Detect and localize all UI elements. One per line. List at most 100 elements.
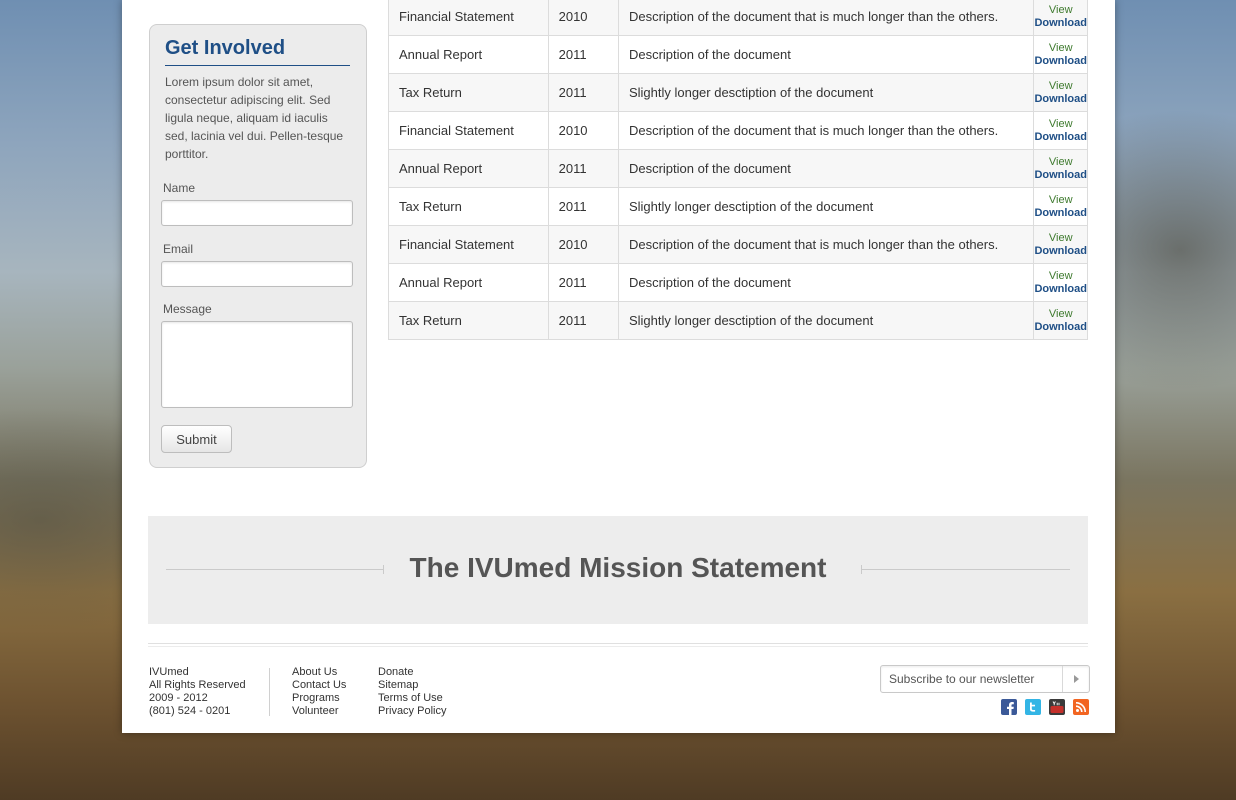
get-involved-panel: Get Involved Lorem ipsum dolor sit amet,…: [149, 24, 367, 468]
footer-link-sitemap[interactable]: Sitemap: [378, 679, 446, 692]
document-description-cell: Description of the document: [617, 263, 1035, 302]
table-row: Tax Return 2011 Slightly longer desctiptio…: [388, 187, 1088, 226]
document-actions-cell: View Download: [1033, 35, 1088, 74]
document-description-cell: Description of the document: [617, 149, 1035, 188]
download-link[interactable]: Download: [1034, 131, 1087, 144]
page-container: Get Involved Lorem ipsum dolor sit amet,…: [122, 0, 1115, 733]
document-description-cell: Slightly longer desctiption of the docum…: [617, 187, 1035, 226]
view-link[interactable]: View: [1034, 118, 1087, 131]
document-actions-cell: View Download: [1033, 225, 1088, 264]
document-year-cell: 2011: [547, 35, 619, 74]
footer-years: 2009 - 2012: [149, 692, 208, 704]
footer-rule: [148, 643, 1088, 644]
table-row: Annual Report 2011 Description of the docu…: [388, 149, 1088, 188]
document-actions-cell: View Download: [1033, 0, 1088, 36]
view-link[interactable]: View: [1034, 270, 1087, 283]
document-year-cell: 2011: [547, 149, 619, 188]
view-link[interactable]: View: [1034, 308, 1087, 321]
document-description-cell: Description of the document: [617, 35, 1035, 74]
document-year-cell: 2011: [547, 73, 619, 112]
footer-link-privacy[interactable]: Privacy Policy: [378, 705, 446, 718]
mission-divider-right: [861, 565, 1070, 574]
table-row: Annual Report 2011 Description of the docu…: [388, 35, 1088, 74]
document-type-cell: Annual Report: [388, 35, 549, 74]
document-actions-cell: View Download: [1033, 263, 1088, 302]
download-link[interactable]: Download: [1034, 245, 1087, 258]
newsletter-submit-button[interactable]: [1062, 666, 1089, 692]
email-input[interactable]: [161, 261, 353, 287]
view-link[interactable]: View: [1034, 156, 1087, 169]
document-year-cell: 2011: [547, 187, 619, 226]
footer-link-programs[interactable]: Programs: [292, 692, 346, 705]
document-description-cell: Slightly longer desctiption of the docum…: [617, 73, 1035, 112]
download-link[interactable]: Download: [1034, 321, 1087, 334]
name-label: Name: [163, 181, 196, 195]
mission-band: The IVUmed Mission Statement: [148, 516, 1088, 624]
get-involved-text: Lorem ipsum dolor sit amet, consectetur …: [165, 75, 344, 161]
twitter-icon[interactable]: [1025, 699, 1041, 715]
footer-link-about-us[interactable]: About Us: [292, 666, 346, 679]
document-year-cell: 2010: [547, 225, 619, 264]
download-link[interactable]: Download: [1034, 283, 1087, 296]
view-link[interactable]: View: [1034, 4, 1087, 17]
document-type-cell: Financial Statement: [388, 0, 549, 36]
document-type-cell: Financial Statement: [388, 111, 549, 150]
footer-rule: [148, 646, 1088, 647]
document-year-cell: 2010: [547, 0, 619, 36]
table-row: Financial Statement 2010 Description of th…: [388, 225, 1088, 264]
footer-phone: (801) 524 - 0201: [149, 705, 231, 717]
name-input[interactable]: [161, 200, 353, 226]
document-type-cell: Annual Report: [388, 149, 549, 188]
footer-org-name: IVUmed: [149, 666, 189, 678]
view-link[interactable]: View: [1034, 42, 1087, 55]
view-link[interactable]: View: [1034, 232, 1087, 245]
youtube-icon[interactable]: [1049, 699, 1065, 715]
table-row: Tax Return 2011 Slightly longer desctiptio…: [388, 301, 1088, 340]
newsletter-input[interactable]: [881, 666, 1063, 692]
download-link[interactable]: Download: [1034, 17, 1087, 30]
document-type-cell: Tax Return: [388, 187, 549, 226]
document-description-cell: Description of the document that is much…: [617, 225, 1035, 264]
mission-title: The IVUmed Mission Statement: [409, 552, 827, 583]
document-type-cell: Financial Statement: [388, 225, 549, 264]
rss-icon[interactable]: [1073, 699, 1089, 715]
download-link[interactable]: Download: [1034, 93, 1087, 106]
table-row: Financial Statement 2010 Description of th…: [388, 111, 1088, 150]
get-involved-title: Get Involved: [165, 37, 350, 66]
footer-link-donate[interactable]: Donate: [378, 666, 446, 679]
document-description-cell: Description of the document that is much…: [617, 0, 1035, 36]
document-year-cell: 2010: [547, 111, 619, 150]
document-type-cell: Tax Return: [388, 301, 549, 340]
download-link[interactable]: Download: [1034, 169, 1087, 182]
facebook-icon[interactable]: [1001, 699, 1017, 715]
table-row: Tax Return 2011 Slightly longer desctiptio…: [388, 73, 1088, 112]
footer-link-terms[interactable]: Terms of Use: [378, 692, 446, 705]
documents-table: Financial Statement 2010 Description of th…: [388, 0, 1088, 340]
footer-link-volunteer[interactable]: Volunteer: [292, 705, 346, 718]
view-link[interactable]: View: [1034, 80, 1087, 93]
document-type-cell: Tax Return: [388, 73, 549, 112]
newsletter-form: [880, 665, 1090, 693]
document-actions-cell: View Download: [1033, 111, 1088, 150]
table-row: Annual Report 2011 Description of the docu…: [388, 263, 1088, 302]
table-row: Financial Statement 2010 Description of th…: [388, 0, 1088, 36]
message-label: Message: [163, 302, 212, 316]
footer-org-info: IVUmed All Rights Reserved 2009 - 2012 (…: [149, 666, 246, 718]
arrow-right-icon: [1073, 675, 1079, 683]
document-actions-cell: View Download: [1033, 149, 1088, 188]
download-link[interactable]: Download: [1034, 55, 1087, 68]
document-year-cell: 2011: [547, 301, 619, 340]
footer-divider: [269, 668, 270, 716]
document-description-cell: Slightly longer desctiption of the docum…: [617, 301, 1035, 340]
download-link[interactable]: Download: [1034, 207, 1087, 220]
document-description-cell: Description of the document that is much…: [617, 111, 1035, 150]
footer-link-contact-us[interactable]: Contact Us: [292, 679, 346, 692]
submit-button[interactable]: Submit: [161, 425, 232, 453]
document-actions-cell: View Download: [1033, 73, 1088, 112]
footer-rights: All Rights Reserved: [149, 679, 246, 691]
document-actions-cell: View Download: [1033, 187, 1088, 226]
message-textarea[interactable]: [161, 321, 353, 408]
footer-links-secondary: Donate Sitemap Terms of Use Privacy Poli…: [378, 666, 446, 718]
view-link[interactable]: View: [1034, 194, 1087, 207]
document-actions-cell: View Download: [1033, 301, 1088, 340]
